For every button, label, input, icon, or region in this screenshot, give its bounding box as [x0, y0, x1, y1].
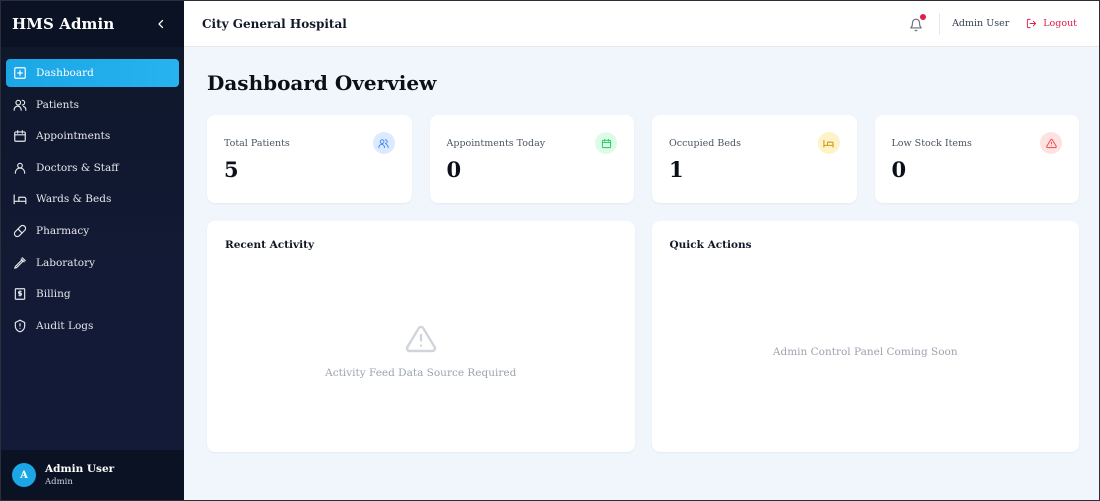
- stats-row: Total Patients 5 Appointments Today 0 Oc…: [207, 115, 1079, 203]
- users-icon: [372, 132, 395, 154]
- calendar-icon: [595, 132, 617, 154]
- sidebar: HMS Admin Dashboard Patients Appointment…: [1, 1, 184, 500]
- logout-icon: [1027, 18, 1037, 29]
- users-icon: [13, 98, 27, 112]
- stat-value: 5: [224, 157, 239, 182]
- sidebar-item-laboratory[interactable]: Laboratory: [6, 249, 179, 277]
- panel-title: Recent Activity: [225, 239, 315, 251]
- sidebar-user-name: Admin User: [45, 462, 115, 475]
- empty-state-text: Activity Feed Data Source Required: [325, 367, 517, 379]
- dashboard-content: Dashboard Overview Total Patients 5 Appo…: [184, 47, 1099, 452]
- chevron-left-icon: [158, 19, 164, 29]
- stat-card-low-stock-items: Low Stock Items 0: [874, 115, 1079, 203]
- dashboard-icon: [13, 66, 27, 80]
- sidebar-item-wards-beds[interactable]: Wards & Beds: [6, 185, 179, 213]
- bell-icon: [910, 18, 922, 31]
- sidebar-user-info: Admin User Admin: [45, 463, 114, 488]
- calendar-icon: [13, 129, 27, 143]
- alert-triangle-icon: [405, 323, 437, 359]
- sidebar-user-profile[interactable]: A Admin User Admin: [1, 450, 184, 500]
- hospital-name: City General Hospital: [202, 16, 347, 31]
- stat-card-occupied-beds: Occupied Beds 1: [652, 115, 857, 203]
- sidebar-item-label: Appointments: [36, 130, 111, 143]
- bed-icon: [817, 132, 840, 154]
- user-icon: [13, 161, 27, 175]
- logout-button[interactable]: Logout: [1026, 18, 1077, 29]
- notification-dot: [920, 13, 927, 20]
- sidebar-user-role: Admin: [45, 476, 73, 487]
- sidebar-item-label: Audit Logs: [36, 319, 94, 332]
- sidebar-item-label: Pharmacy: [36, 224, 90, 237]
- divider: [939, 12, 941, 35]
- receipt-icon: [13, 287, 27, 301]
- logout-label: Logout: [1043, 18, 1077, 29]
- sidebar-item-dashboard[interactable]: Dashboard: [6, 59, 179, 87]
- avatar: A: [12, 463, 36, 487]
- panel-title: Quick Actions: [669, 239, 752, 251]
- pill-icon: [13, 224, 27, 238]
- stat-value: 1: [669, 157, 684, 182]
- main-area: City General Hospital Admin User Logout …: [184, 1, 1099, 500]
- sidebar-item-label: Dashboard: [36, 67, 94, 79]
- app-window: HMS Admin Dashboard Patients Appointment…: [0, 0, 1100, 501]
- bed-icon: [13, 192, 27, 206]
- top-bar: City General Hospital Admin User Logout: [184, 1, 1099, 47]
- sidebar-item-billing[interactable]: Billing: [6, 280, 179, 308]
- shield-icon: [13, 319, 27, 333]
- placeholder-text: Admin Control Panel Coming Soon: [772, 346, 958, 358]
- sidebar-item-doctors-staff[interactable]: Doctors & Staff: [6, 154, 179, 182]
- sidebar-item-audit-logs[interactable]: Audit Logs: [6, 312, 179, 340]
- sidebar-item-label: Patients: [36, 98, 80, 111]
- brand-title: HMS Admin: [12, 15, 115, 33]
- empty-state: Activity Feed Data Source Required: [207, 323, 635, 379]
- sidebar-nav: Dashboard Patients Appointments Doctors …: [1, 47, 184, 340]
- stat-value: 0: [891, 157, 907, 182]
- sidebar-item-label: Wards & Beds: [36, 193, 112, 206]
- sidebar-header: HMS Admin: [1, 1, 184, 47]
- alert-triangle-icon: [1040, 132, 1062, 154]
- sidebar-item-label: Laboratory: [36, 256, 96, 269]
- stat-card-total-patients: Total Patients 5: [207, 115, 412, 203]
- pipette-icon: [13, 256, 27, 270]
- collapse-sidebar-button[interactable]: [154, 17, 168, 31]
- stat-value: 0: [446, 157, 462, 182]
- sidebar-item-pharmacy[interactable]: Pharmacy: [6, 217, 179, 245]
- notifications-button[interactable]: [909, 13, 927, 31]
- stat-card-appointments-today: Appointments Today 0: [429, 115, 634, 203]
- sidebar-item-appointments[interactable]: Appointments: [6, 122, 179, 150]
- header-user-name: Admin User: [952, 18, 1010, 29]
- page-title: Dashboard Overview: [207, 71, 437, 95]
- sidebar-item-patients[interactable]: Patients: [6, 91, 179, 119]
- top-bar-actions: Admin User Logout: [909, 12, 1077, 35]
- recent-activity-panel: Recent Activity Activity Feed Data Sourc…: [207, 221, 635, 452]
- quick-actions-panel: Quick Actions Admin Control Panel Coming…: [651, 221, 1079, 452]
- sidebar-item-label: Doctors & Staff: [36, 161, 119, 174]
- panels-row: Recent Activity Activity Feed Data Sourc…: [207, 221, 1079, 452]
- sidebar-item-label: Billing: [36, 288, 71, 301]
